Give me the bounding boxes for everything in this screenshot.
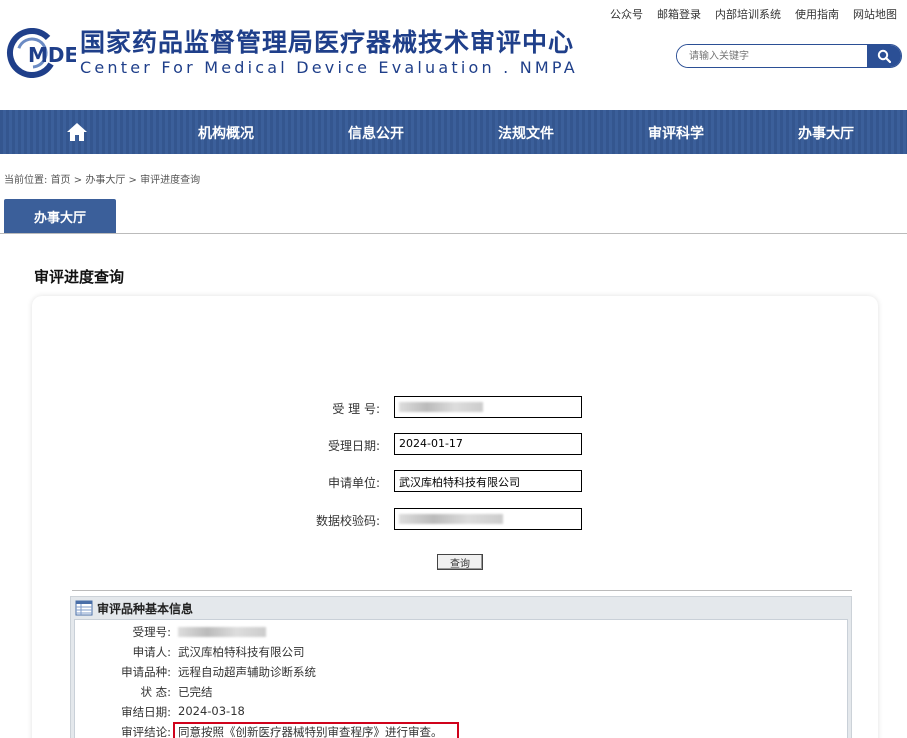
- main-nav: 机构概况 信息公开 法规文件 审评科学 办事大厅: [0, 110, 907, 154]
- info-row: 受理号:: [75, 624, 849, 642]
- acceptance-no-input[interactable]: [394, 396, 582, 418]
- breadcrumb-home[interactable]: 首页: [51, 175, 71, 186]
- tab-service-hall[interactable]: 办事大厅: [4, 199, 116, 233]
- mde-logo-mark: MDE: [6, 27, 78, 78]
- search-icon: [877, 49, 891, 63]
- info-body: 受理号: 申请人: 武汉库柏特科技有限公司 申请品种: 远程自动超声辅助诊断系统…: [74, 619, 848, 738]
- applicant-label: 申请单位:: [327, 476, 380, 490]
- query-button[interactable]: 查询: [437, 554, 483, 570]
- applicant-input[interactable]: 武汉库柏特科技有限公司: [394, 470, 582, 492]
- breadcrumb-prefix: 当前位置:: [4, 175, 48, 186]
- nav-item-review-science[interactable]: 审评科学: [648, 123, 704, 143]
- table-icon: [75, 600, 93, 616]
- breadcrumb-service-hall[interactable]: 办事大厅: [85, 175, 125, 186]
- form-row-checksum: 数据校验码:: [32, 508, 878, 530]
- site-logo[interactable]: MDE 国家药品监督管理局医疗器械技术审评中心 Center For Medic…: [6, 27, 578, 78]
- home-icon: [67, 123, 87, 141]
- top-link-mail-login[interactable]: 邮箱登录: [657, 6, 701, 22]
- redacted-value: [178, 626, 266, 637]
- form-row-acceptance-date: 受理日期: 2024-01-17: [32, 433, 878, 455]
- form-row-acceptance-no: 受 理 号:: [32, 396, 878, 418]
- svg-text:MDE: MDE: [28, 43, 76, 67]
- acceptance-date-input[interactable]: 2024-01-17: [394, 433, 582, 455]
- redacted-value: [399, 402, 483, 412]
- checksum-input[interactable]: [394, 508, 582, 530]
- top-link-wechat[interactable]: 公众号: [610, 6, 643, 22]
- search-box: [676, 44, 902, 68]
- info-row: 审结日期: 2024-03-18: [121, 704, 245, 719]
- query-card: 受 理 号: 受理日期: 2024-01-17 申请单位: 武汉库柏特科技有限公…: [32, 296, 878, 738]
- top-link-guide[interactable]: 使用指南: [795, 6, 839, 22]
- redacted-value: [399, 514, 503, 524]
- form-row-applicant: 申请单位: 武汉库柏特科技有限公司: [32, 470, 878, 492]
- info-header-title: 审评品种基本信息: [97, 601, 194, 616]
- top-links: 公众号 邮箱登录 内部培训系统 使用指南 网站地图: [610, 6, 897, 22]
- site-title-en: Center For Medical Device Evaluation . N…: [80, 58, 578, 77]
- info-row: 申请人: 武汉库柏特科技有限公司: [132, 645, 305, 659]
- tab-bar: 办事大厅: [0, 198, 907, 234]
- nav-item-service-hall[interactable]: 办事大厅: [798, 123, 854, 143]
- acceptance-no-label: 受 理 号:: [332, 402, 380, 416]
- info-header: 审评品种基本信息: [71, 597, 851, 619]
- page-title: 审评进度查询: [34, 268, 125, 286]
- top-link-sitemap[interactable]: 网站地图: [853, 6, 897, 22]
- checksum-label: 数据校验码:: [315, 514, 380, 528]
- nav-item-overview[interactable]: 机构概况: [198, 123, 254, 143]
- info-row-conclusion: 审评结论: 同意按照《创新医疗器械特别审查程序》进行审查。: [75, 722, 849, 738]
- acceptance-date-label: 受理日期:: [327, 439, 380, 453]
- nav-home[interactable]: [66, 122, 88, 146]
- breadcrumb: 当前位置: 首页 > 办事大厅 > 审评进度查询: [4, 175, 201, 186]
- search-button[interactable]: [867, 45, 901, 67]
- review-info-panel: 审评品种基本信息 受理号: 申请人: 武汉库柏特科技有限公司 申请品种: 远程自…: [70, 596, 852, 738]
- review-conclusion: 同意按照《创新医疗器械特别审查程序》进行审查。: [178, 725, 443, 738]
- nav-item-regulations[interactable]: 法规文件: [498, 123, 554, 143]
- site-title-cn: 国家药品监督管理局医疗器械技术审评中心: [80, 28, 575, 57]
- top-link-training[interactable]: 内部培训系统: [715, 6, 781, 22]
- breadcrumb-current: 审评进度查询: [140, 175, 201, 186]
- info-row: 申请品种: 远程自动超声辅助诊断系统: [121, 665, 316, 679]
- divider: [72, 590, 852, 591]
- search-input[interactable]: [677, 45, 867, 67]
- info-row: 状 态: 已完结: [140, 685, 213, 699]
- nav-item-info-disclosure[interactable]: 信息公开: [348, 123, 404, 143]
